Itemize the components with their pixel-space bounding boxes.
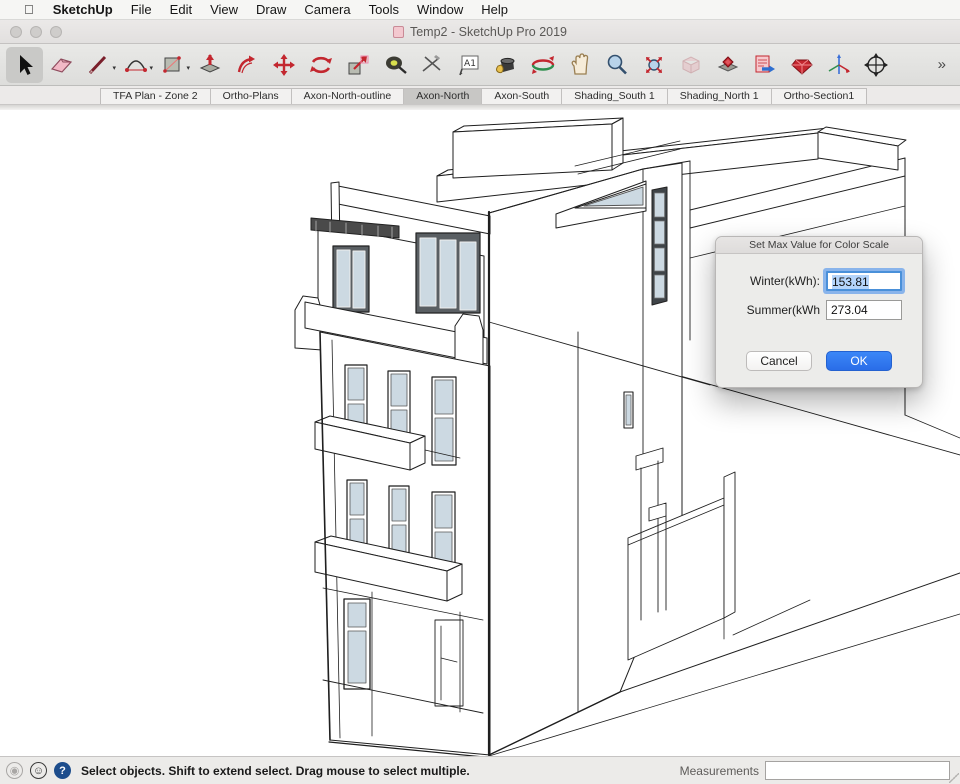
scene-tab-axon-north[interactable]: Axon-North (404, 89, 482, 104)
followme-icon (234, 52, 260, 78)
move-tool-button[interactable] (265, 47, 302, 83)
cancel-button[interactable]: Cancel (746, 351, 812, 371)
measurements-label: Measurements (680, 764, 759, 778)
tape-measure-tool-button[interactable] (376, 47, 413, 83)
measurements-input[interactable] (765, 761, 950, 780)
paint-bucket-tool-button[interactable] (487, 47, 524, 83)
menu-edit[interactable]: Edit (161, 0, 201, 20)
plugin-inactive-button[interactable] (672, 47, 709, 83)
eraser-icon (49, 52, 75, 78)
rotate-tool-button[interactable] (302, 47, 339, 83)
select-arrow-icon (12, 52, 38, 78)
menu-camera[interactable]: Camera (295, 0, 359, 20)
followme-tool-button[interactable] (228, 47, 265, 83)
ruby-plugin-button[interactable] (783, 47, 820, 83)
sketchup-application-window:  SketchUp File Edit View Draw Camera To… (0, 0, 960, 784)
menu-view[interactable]: View (201, 0, 247, 20)
look-around-icon (863, 52, 889, 78)
zoom-extents-icon (641, 52, 667, 78)
scene-tab-tfa-plan-zone2[interactable]: TFA Plan - Zone 2 (101, 89, 211, 104)
red-gem-stack-icon (715, 52, 741, 78)
document-icon (393, 26, 404, 38)
eraser-tool-button[interactable] (43, 47, 80, 83)
zoom-extents-tool-button[interactable] (635, 47, 672, 83)
svg-text:A1: A1 (464, 59, 476, 69)
scene-tab-axon-north-outline[interactable]: Axon-North-outline (292, 89, 405, 104)
window-resize-grip[interactable] (949, 773, 959, 783)
arc-tool-button[interactable]: ▾ (117, 47, 154, 83)
look-around-tool-button[interactable] (857, 47, 894, 83)
scene-tab-ortho-section1[interactable]: Ortho-Section1 (772, 89, 867, 104)
menu-sketchup[interactable]: SketchUp (44, 0, 122, 20)
main-toolbar: ▾ ▾ ▾ A1 (0, 44, 960, 86)
status-bar: ◉ ☺ ? Select objects. Shift to extend se… (0, 756, 960, 784)
scene-tab-ortho-plans[interactable]: Ortho-Plans (211, 89, 292, 104)
text-a1-icon: A1 (456, 52, 482, 78)
zoom-magnifier-icon (604, 52, 630, 78)
select-tool-button[interactable] (6, 47, 43, 83)
building-wireframe-drawing (0, 110, 960, 756)
dialog-title: Set Max Value for Color Scale (716, 237, 922, 254)
menu-window[interactable]: Window (408, 0, 472, 20)
menu-file[interactable]: File (122, 0, 161, 20)
tape-measure-icon (382, 52, 408, 78)
summer-kwh-label: Summer(kWh (716, 303, 826, 317)
summer-kwh-input[interactable]: 273.04 (826, 300, 902, 320)
winter-kwh-label: Winter(kWh): (716, 274, 826, 288)
pushpull-icon (197, 52, 223, 78)
scale-tool-button[interactable] (339, 47, 376, 83)
pan-tool-button[interactable] (561, 47, 598, 83)
help-question-icon[interactable]: ? (54, 762, 71, 779)
menu-bar:  SketchUp File Edit View Draw Camera To… (0, 0, 960, 20)
window-title-bar: Temp2 - SketchUp Pro 2019 (0, 20, 960, 44)
paint-bucket-icon (493, 52, 519, 78)
status-hint-text: Select objects. Shift to extend select. … (71, 764, 470, 778)
scale-icon (345, 52, 371, 78)
plugin-components-button[interactable] (709, 47, 746, 83)
rotate-icon (308, 52, 334, 78)
menu-tools[interactable]: Tools (360, 0, 408, 20)
apple-menu-icon[interactable]:  (14, 2, 44, 17)
geolocation-icon[interactable]: ◉ (6, 762, 23, 779)
export-report-button[interactable] (746, 47, 783, 83)
scene-tab-shading-south-1[interactable]: Shading_South 1 (562, 89, 668, 104)
menu-draw[interactable]: Draw (247, 0, 295, 20)
export-doc-arrow-icon (752, 52, 778, 78)
axes-icon (826, 52, 852, 78)
axes-tool-button[interactable] (820, 47, 857, 83)
rectangle-icon (160, 52, 186, 78)
model-viewport[interactable]: Set Max Value for Color Scale Winter(kWh… (0, 110, 960, 756)
orbit-icon (530, 52, 556, 78)
line-tool-button[interactable]: ▾ (80, 47, 117, 83)
scene-tab-shading-north-1[interactable]: Shading_North 1 (668, 89, 772, 104)
credits-person-icon[interactable]: ☺ (30, 762, 47, 779)
ruby-gem-icon (789, 52, 815, 78)
zoom-tool-button[interactable] (598, 47, 635, 83)
pushpull-tool-button[interactable] (191, 47, 228, 83)
text-tool-button[interactable]: A1 (450, 47, 487, 83)
ok-button[interactable]: OK (826, 351, 892, 371)
window-title: Temp2 - SketchUp Pro 2019 (410, 25, 567, 39)
rectangle-tool-button[interactable]: ▾ (154, 47, 191, 83)
menu-help[interactable]: Help (472, 0, 517, 20)
move-icon (271, 52, 297, 78)
toolbar-overflow-button[interactable]: » (938, 56, 954, 73)
faded-cube-icon (678, 52, 704, 78)
scene-tab-axon-south[interactable]: Axon-South (482, 89, 562, 104)
arc-icon (123, 52, 149, 78)
winter-kwh-input[interactable]: 153.81 (826, 271, 902, 291)
pencil-line-icon (86, 52, 112, 78)
pan-hand-icon (567, 52, 593, 78)
dimension-tool-button[interactable] (413, 47, 450, 83)
orbit-tool-button[interactable] (524, 47, 561, 83)
set-max-value-dialog: Set Max Value for Color Scale Winter(kWh… (715, 236, 923, 388)
dimension-x-icon (419, 52, 445, 78)
scene-tab-strip: TFA Plan - Zone 2 Ortho-Plans Axon-North… (0, 86, 960, 105)
